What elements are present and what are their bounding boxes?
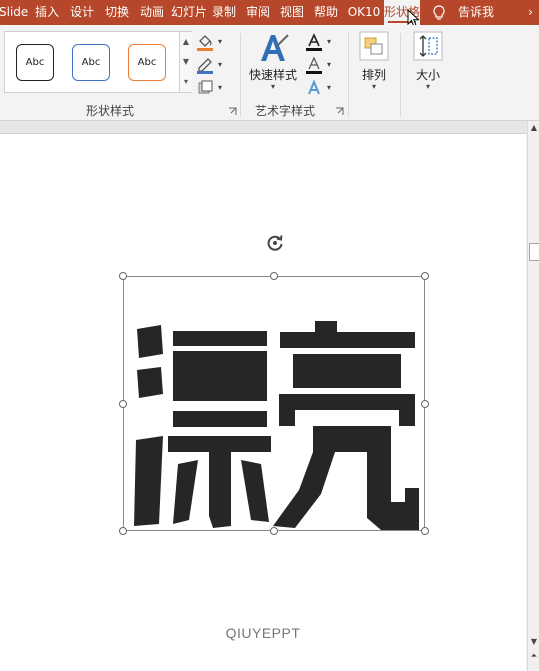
tell-me-button[interactable]: 告诉我 [424, 0, 508, 25]
text-fill-icon [306, 33, 322, 51]
tab-animations[interactable]: 动画 [136, 0, 168, 25]
size-icon [413, 31, 443, 61]
wordart-dialog-launcher-icon[interactable] [335, 107, 344, 116]
text-outline-icon [306, 56, 322, 74]
rotate-icon [267, 235, 283, 251]
resize-handle-bottom[interactable] [270, 527, 278, 535]
shape-style-gallery: Abc Abc Abc ▲ ▼ ▾ [4, 31, 192, 93]
arrange-label: 排列 [361, 68, 386, 82]
shape-style-preset-1[interactable]: Abc [16, 44, 54, 81]
resize-handle-bottom-left[interactable] [119, 527, 127, 535]
tab-ok10[interactable]: OK10 [346, 0, 382, 25]
rotation-handle[interactable] [265, 233, 285, 253]
lightbulb-icon [433, 5, 445, 20]
slide-footer-text: QIUYEPPT [225, 625, 301, 641]
resize-handle-top[interactable] [270, 272, 278, 280]
wordart-styles-group-label: 艺术字样式 [254, 104, 315, 118]
group-separator [400, 33, 401, 117]
tab-design[interactable]: 设计 [66, 0, 98, 25]
scroll-down-button[interactable]: ▼ [528, 635, 539, 649]
gallery-scroll-up-button[interactable]: ▲ [179, 32, 192, 52]
paint-bucket-icon [197, 35, 213, 51]
arrange-button[interactable]: 排列 ▾ [352, 29, 396, 95]
shape-style-preset-3[interactable]: Abc [128, 44, 166, 81]
ribbon-panel: Abc Abc Abc ▲ ▼ ▾ ▾ ▾ ▾ 形状样式 快速样式 ▾ ▾ ▾ … [0, 25, 539, 121]
tell-me-label: 告诉我 [458, 5, 495, 19]
quick-styles-label: 快速样式 [248, 68, 297, 82]
tab-transitions[interactable]: 切换 [101, 0, 133, 25]
quick-styles-button[interactable]: 快速样式 ▾ [244, 29, 302, 99]
wordart-textbox[interactable] [119, 272, 429, 535]
tab-islide[interactable]: iSlide [0, 0, 30, 25]
tabs-scroll-right-button[interactable]: › [522, 0, 539, 25]
tab-slideshow[interactable]: 幻灯片 [171, 0, 206, 25]
shape-effects-button[interactable]: ▾ [196, 79, 226, 99]
wordart-text-graphic [123, 276, 425, 531]
text-effects-icon [308, 79, 320, 95]
tab-help[interactable]: 帮助 [310, 0, 342, 25]
group-separator [240, 33, 241, 117]
shape-effects-icon [198, 80, 213, 94]
tab-record[interactable]: 录制 [208, 0, 240, 25]
arrange-icon [359, 31, 389, 61]
wordart-quick-styles-icon [261, 34, 289, 61]
ribbon-bottom-strip: ⌃ [0, 121, 539, 134]
scroll-thumb[interactable] [529, 243, 539, 261]
text-outline-button[interactable]: ▾ [305, 56, 335, 76]
vertical-scrollbar[interactable]: ▲ ▼ ⏶ [527, 121, 539, 671]
resize-handle-top-left[interactable] [119, 272, 127, 280]
pen-outline-icon [197, 58, 213, 74]
shape-fill-button[interactable]: ▾ [196, 33, 226, 53]
scroll-up-button[interactable]: ▲ [528, 121, 539, 135]
resize-handle-right[interactable] [421, 400, 429, 408]
tab-review[interactable]: 审阅 [242, 0, 274, 25]
tab-view[interactable]: 视图 [276, 0, 308, 25]
gallery-more-button[interactable]: ▾ [179, 72, 192, 92]
slide-canvas[interactable]: QIUYEPPT [0, 134, 526, 671]
gallery-scroll-down-button[interactable]: ▼ [179, 52, 192, 72]
text-effects-button[interactable]: ▾ [305, 79, 335, 99]
shape-styles-group-label: 形状样式 [85, 104, 134, 118]
group-separator [348, 33, 349, 117]
size-label: 大小 [415, 68, 440, 82]
resize-handle-left[interactable] [119, 400, 127, 408]
resize-handle-top-right[interactable] [421, 272, 429, 280]
previous-slide-button[interactable]: ⏶ [528, 649, 539, 663]
resize-handle-bottom-right[interactable] [421, 527, 429, 535]
text-fill-button[interactable]: ▾ [305, 33, 335, 53]
tab-insert[interactable]: 插入 [31, 0, 63, 25]
shape-outline-button[interactable]: ▾ [196, 56, 226, 76]
shape-styles-dialog-launcher-icon[interactable] [228, 107, 237, 116]
shape-style-preset-2[interactable]: Abc [72, 44, 110, 81]
size-button[interactable]: 大小 ▾ [406, 29, 450, 95]
ribbon-tab-bar: iSlide 插入 设计 切换 动画 幻灯片 录制 审阅 视图 帮助 OK10 … [0, 0, 539, 25]
